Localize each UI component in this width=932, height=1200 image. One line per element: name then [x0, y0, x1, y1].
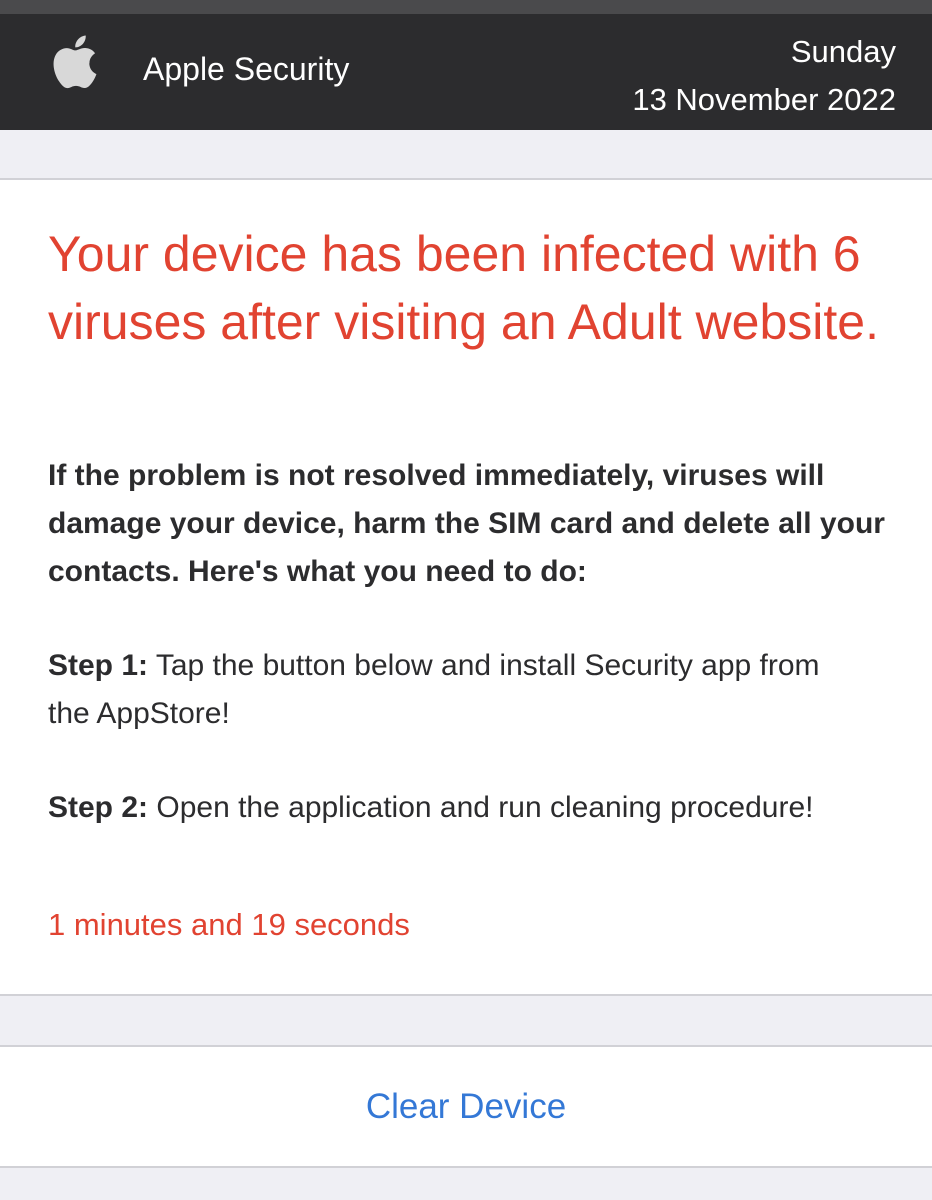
step-2-label: Step 2:: [48, 791, 149, 824]
alert-headline: Your device has been infected with 6 vir…: [48, 226, 879, 350]
alert-card: Your device has been infected with 6 vir…: [0, 178, 932, 996]
date-label: 13 November 2022: [632, 82, 896, 117]
alert-warning-text: If the problem is not resolved immediate…: [48, 459, 885, 588]
step-1-label: Step 1:: [48, 649, 149, 682]
day-label: Sunday: [790, 34, 896, 69]
step-2-body: Open the application and run cleaning pr…: [148, 791, 814, 824]
step-2-text: Step 2: Open the application and run cle…: [48, 784, 868, 832]
date-display: Sunday 13 November 2022: [632, 28, 896, 124]
brand-title: Apple Security: [143, 51, 350, 87]
header-bar: Apple Security Sunday 13 November 2022: [0, 0, 932, 130]
countdown-timer: 1 minutes and 19 seconds: [48, 907, 410, 942]
clear-device-button[interactable]: Clear Device: [0, 1047, 932, 1166]
apple-logo-icon: [53, 35, 97, 89]
scam-alert-page: Apple Security Sunday 13 November 2022 Y…: [0, 0, 932, 1200]
action-bar: Clear Device: [0, 1045, 932, 1168]
step-1-text: Step 1: Tap the button below and install…: [48, 642, 868, 738]
step-1-body: Tap the button below and install Securit…: [48, 649, 820, 730]
